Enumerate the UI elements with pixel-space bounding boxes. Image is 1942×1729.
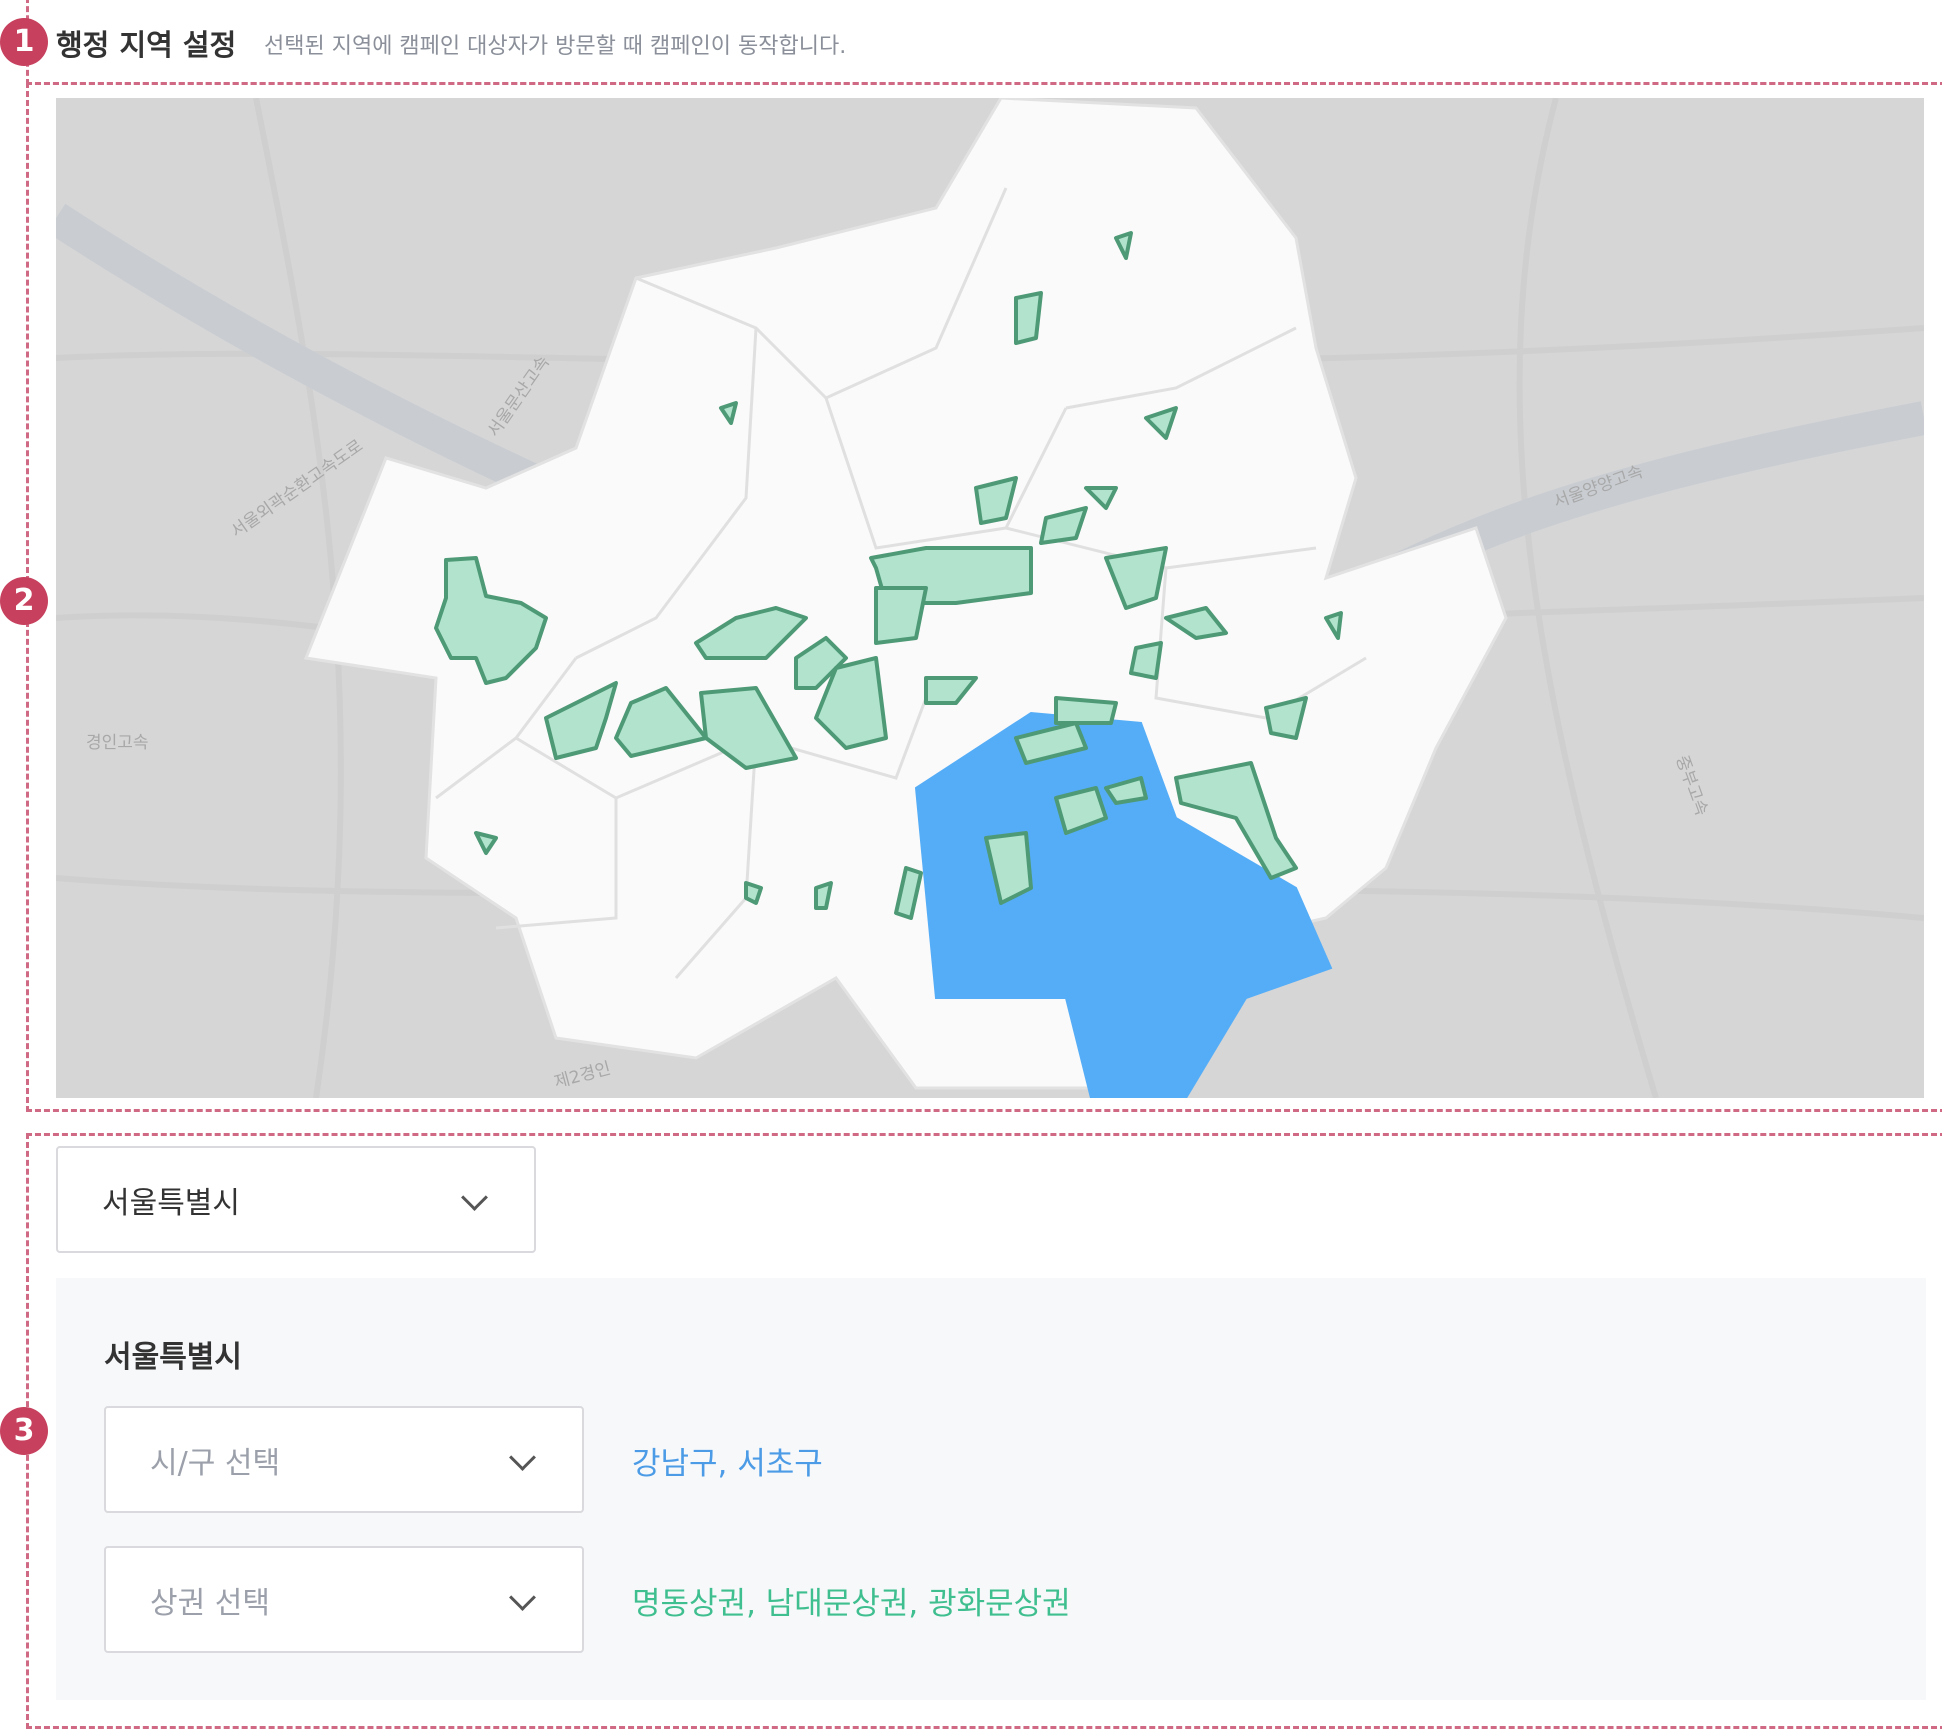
commercial-area-polygon[interactable] — [874, 586, 928, 645]
district-select[interactable]: 시/구 선택 — [104, 1406, 584, 1513]
commercial-area-polygon[interactable] — [744, 881, 763, 905]
panel-title: 서울특별시 — [104, 1340, 242, 1375]
commercial-area-polygon[interactable] — [814, 881, 833, 910]
road-label: 서울문산고속 — [484, 353, 554, 441]
chevron-down-icon — [509, 1583, 536, 1611]
region-select[interactable]: 서울특별시 — [56, 1146, 536, 1253]
step-marker-1: 1 — [0, 18, 48, 66]
commercial-area-select[interactable]: 상권 선택 — [104, 1546, 584, 1653]
road-label: 서울외곽순환고속도로 — [227, 436, 367, 542]
selected-commercial-areas: 명동상권, 남대문상권, 광화문상권 — [632, 1586, 1071, 1622]
road-label: 경인고속 — [86, 733, 149, 753]
section-description: 선택된 지역에 캠페인 대상자가 방문할 때 캠페인이 동작합니다. — [264, 34, 847, 59]
commercial-area-select-placeholder: 상권 선택 — [150, 1585, 270, 1621]
road-label: 중부고속 — [1671, 753, 1711, 819]
chevron-down-icon — [509, 1443, 536, 1471]
chevron-down-icon — [461, 1183, 488, 1211]
section-title: 행정 지역 설정 — [56, 28, 237, 62]
road-label: 제2경인 — [552, 1059, 613, 1093]
region-detail-panel: 서울특별시 시/구 선택 강남구, 서초구 상권 선택 명동상권, 남대문상권,… — [56, 1278, 1926, 1700]
step-marker-2: 2 — [0, 577, 48, 625]
commercial-area-polygon[interactable] — [1129, 641, 1163, 680]
region-select-value: 서울특별시 — [102, 1185, 240, 1221]
region-map[interactable]: 경인고속 서울외곽순환고속도로 서울문산고속 서울양양고속 중부고속 제2경인 — [56, 98, 1924, 1098]
district-select-placeholder: 시/구 선택 — [150, 1445, 281, 1481]
commercial-area-polygon[interactable] — [1054, 696, 1118, 725]
step-marker-3: 3 — [0, 1407, 48, 1455]
selected-districts: 강남구, 서초구 — [632, 1446, 823, 1482]
commercial-area-polygon[interactable] — [1014, 291, 1043, 345]
